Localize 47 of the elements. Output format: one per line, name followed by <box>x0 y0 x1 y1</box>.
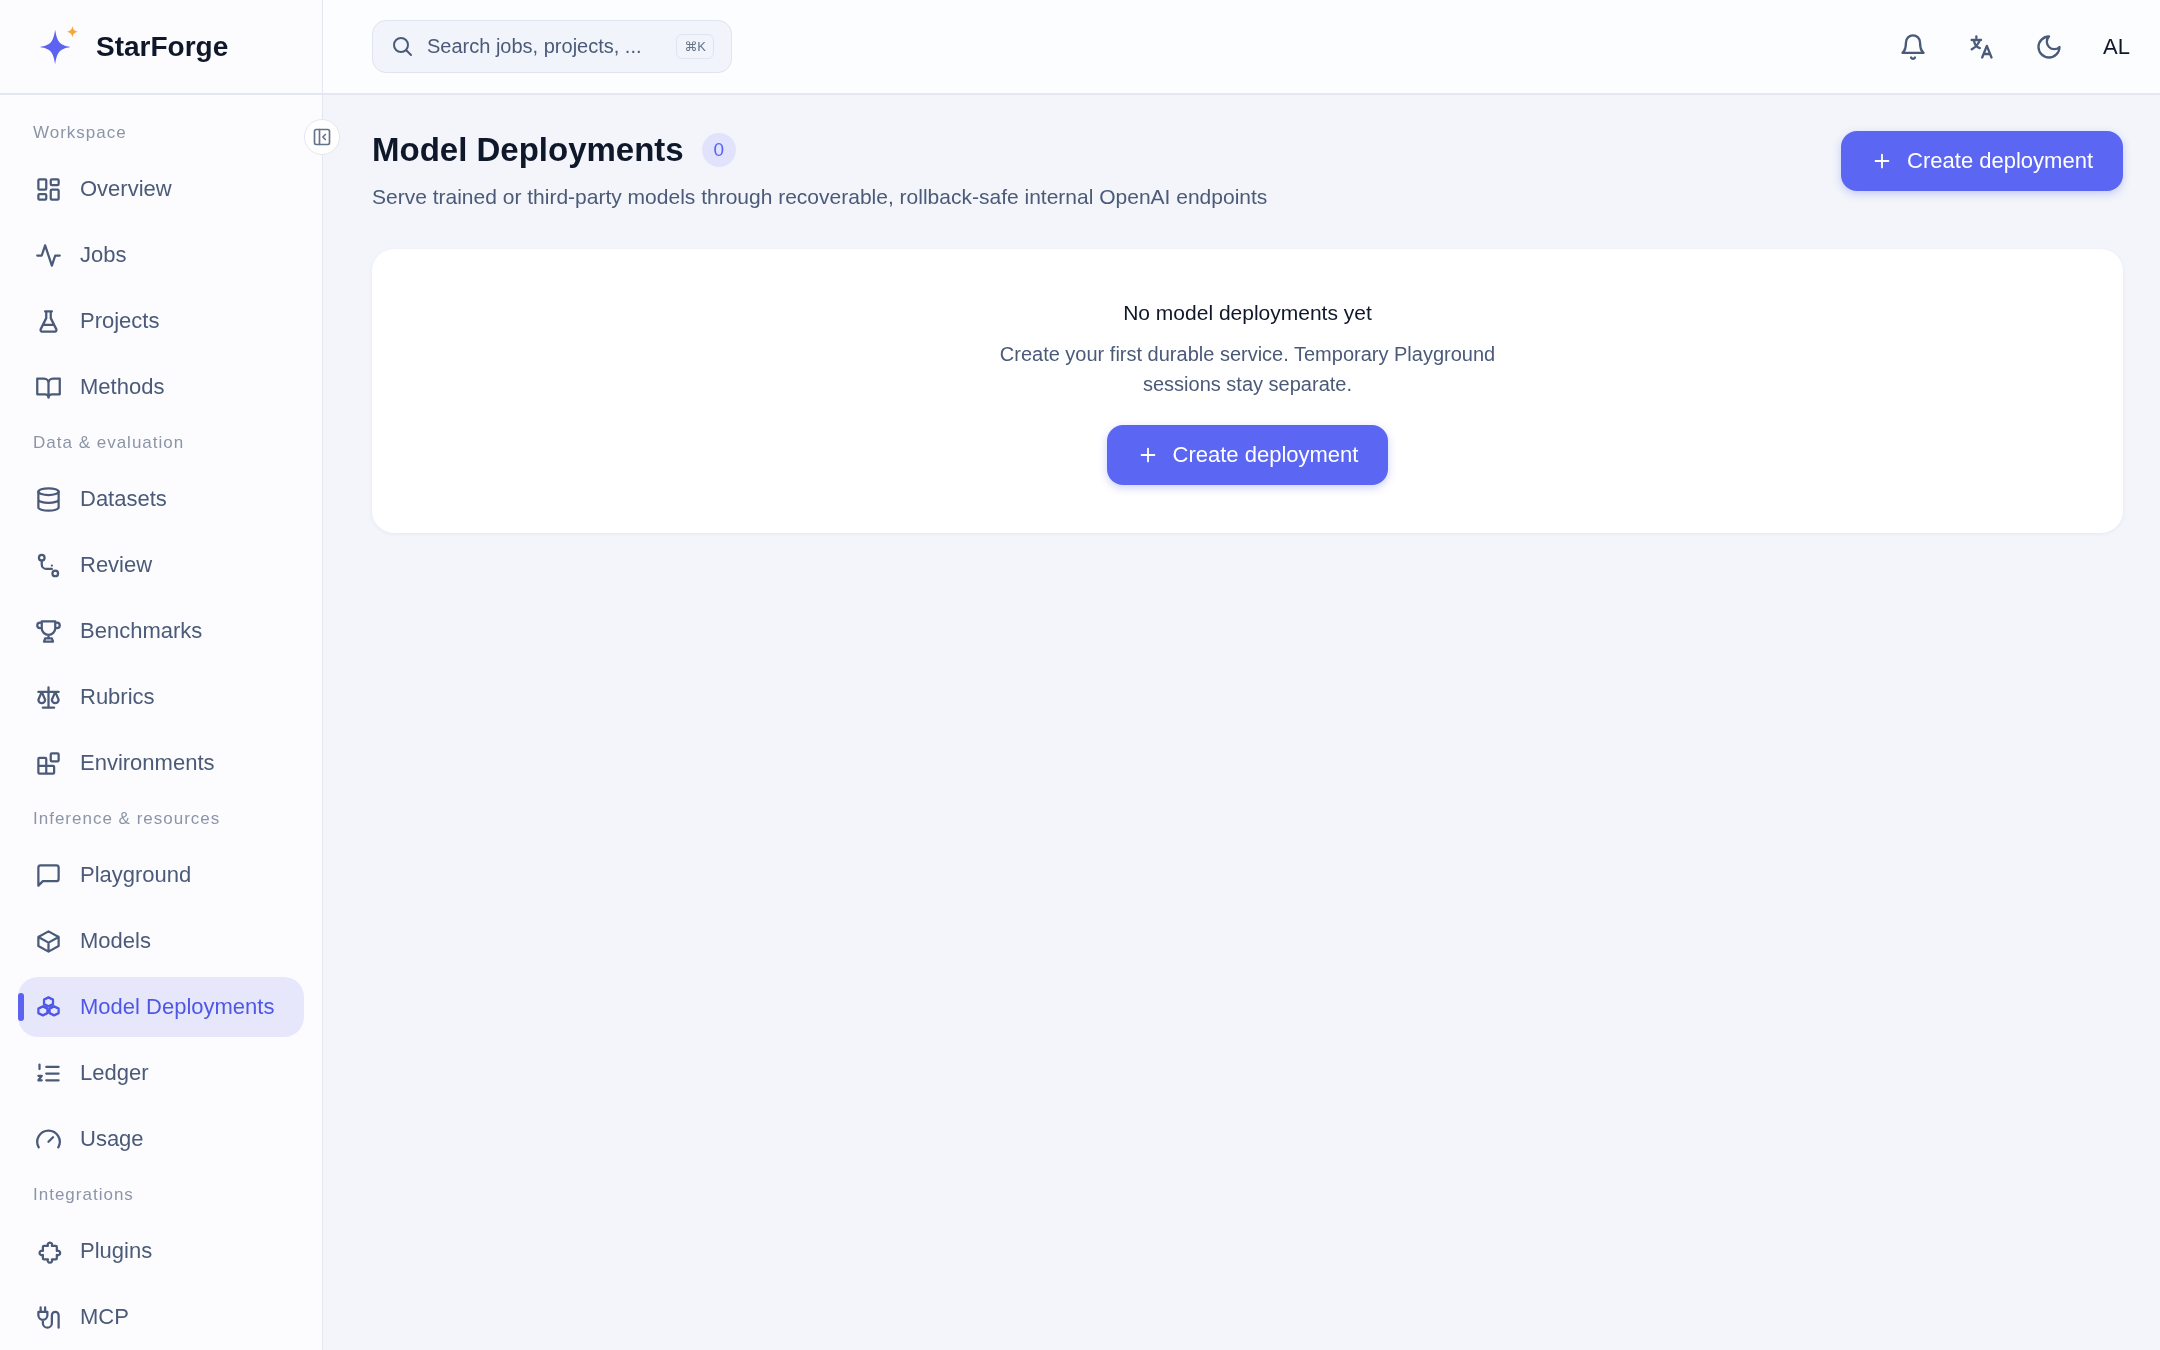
nav-section-label: Inference & resources <box>32 808 222 830</box>
nav-section-label: Integrations <box>32 1184 135 1206</box>
nav-section-label: Data & evaluation <box>32 432 186 454</box>
chat-icon <box>35 861 62 889</box>
sidebar-item[interactable]: Review <box>18 535 304 595</box>
sidebar-item[interactable]: Models <box>18 911 304 971</box>
sidebar-item[interactable]: Model Deployments <box>18 977 304 1037</box>
box-icon <box>35 927 62 955</box>
sidebar-item[interactable]: Overview <box>18 159 304 219</box>
create-deployment-button[interactable]: Create deployment <box>1106 425 1389 485</box>
bell-icon <box>1899 32 1928 61</box>
sidebar-item[interactable]: Benchmarks <box>18 601 304 661</box>
page-title: Model Deployments <box>372 131 684 169</box>
sidebar-item[interactable]: Usage <box>18 1109 304 1169</box>
notifications-button[interactable] <box>1899 32 1928 61</box>
sidebar-item[interactable]: Plugins <box>18 1221 304 1281</box>
shortcut-hint: ⌘K <box>676 34 714 59</box>
grid-icon <box>35 175 62 203</box>
plug-icon <box>35 1303 62 1331</box>
count-badge: 0 <box>701 133 736 167</box>
sidebar-item[interactable]: Projects <box>18 291 304 351</box>
empty-state-heading: No model deployments yet <box>1123 301 1372 325</box>
theme-toggle-button[interactable] <box>2035 32 2064 61</box>
user-avatar-button[interactable]: AL <box>2103 33 2130 60</box>
page-subtitle: Serve trained or third-party models through recoverable, rollback-safe internal OpenAI endpoints <box>372 185 1268 209</box>
branch-icon <box>35 551 62 579</box>
collapse-sidebar-button[interactable] <box>304 119 340 155</box>
empty-state-text: Create your first durable service. Temporary Playground sessions stay separate. <box>998 342 1497 397</box>
sidebar-item[interactable]: MCP <box>18 1287 304 1347</box>
moon-icon <box>2035 32 2064 61</box>
sidebar-item[interactable]: Ledger <box>18 1043 304 1103</box>
create-deployment-button[interactable]: Create deployment <box>1841 131 2123 191</box>
nav-section-label: Workspace <box>32 122 128 144</box>
sidebar-item[interactable]: Playground <box>18 845 304 905</box>
sidebar-collapse-icon <box>312 127 332 147</box>
trophy-icon <box>35 617 62 645</box>
sidebar-item[interactable]: Datasets <box>18 469 304 529</box>
sidebar-item[interactable]: Methods <box>18 357 304 417</box>
brand-name: StarForge <box>96 30 229 63</box>
blocks-icon <box>35 749 62 777</box>
scale-icon <box>35 683 62 711</box>
sidebar-item[interactable]: Rubrics <box>18 667 304 727</box>
pulse-icon <box>35 241 62 269</box>
sidebar-item[interactable]: Environments <box>18 733 304 793</box>
search-icon <box>390 34 414 58</box>
sidebar-item[interactable]: Jobs <box>18 225 304 285</box>
database-icon <box>35 485 62 513</box>
